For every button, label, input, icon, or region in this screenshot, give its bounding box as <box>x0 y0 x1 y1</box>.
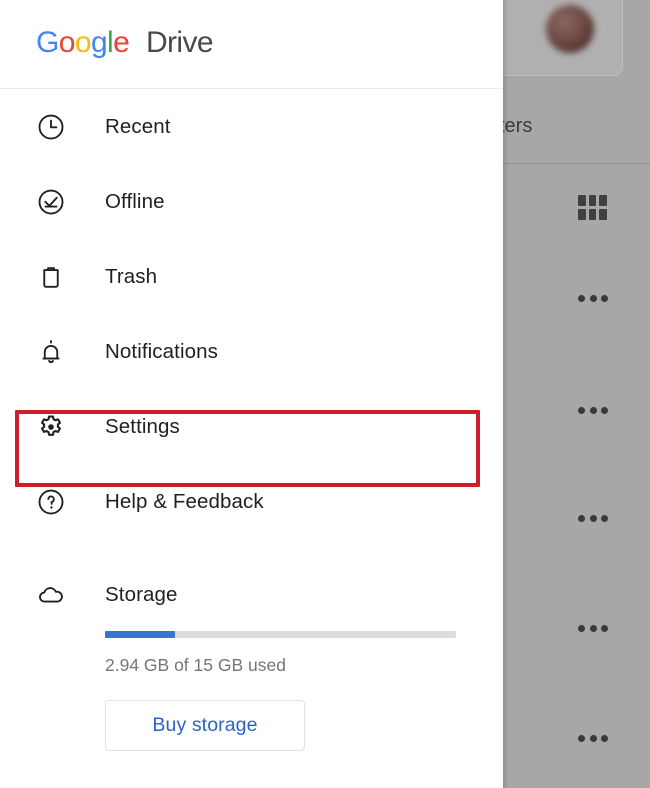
clock-icon <box>36 112 76 142</box>
app-screen: ters Google Drive <box>0 0 650 788</box>
drawer-item-notifications[interactable]: Notifications <box>0 314 503 389</box>
account-avatar[interactable] <box>546 5 594 53</box>
drawer-item-recent[interactable]: Recent <box>0 89 503 164</box>
google-drive-logo: Google Drive <box>36 26 214 60</box>
logo-letter-o2: o <box>74 26 92 59</box>
drawer-item-label: Recent <box>105 114 171 138</box>
logo-letter-e: e <box>113 26 130 59</box>
content-divider <box>503 163 650 164</box>
more-options-icon[interactable] <box>578 294 608 302</box>
account-chip[interactable] <box>503 0 623 76</box>
logo-letter-g2: g <box>90 26 108 59</box>
drawer-menu-list: Recent Offline Trash Notifications Setti… <box>0 89 503 539</box>
drawer-item-help-and-feedback[interactable]: Help & Feedback <box>0 464 503 539</box>
drawer-item-storage[interactable]: Storage <box>0 565 503 625</box>
drawer-item-offline[interactable]: Offline <box>0 164 503 239</box>
buy-storage-button[interactable]: Buy storage <box>105 700 305 751</box>
more-options-icon[interactable] <box>578 406 608 414</box>
content-scrim-overlay[interactable]: ters <box>503 0 650 788</box>
check-circle-icon <box>36 187 76 217</box>
cloud-icon <box>36 580 76 610</box>
drawer-header: Google Drive <box>0 0 503 89</box>
drawer-item-label: Trash <box>105 264 158 288</box>
drawer-item-label: Offline <box>105 189 165 213</box>
logo-letter-o1: o <box>58 26 76 59</box>
navigation-drawer: Google Drive Recent Offline Trash Notifi… <box>0 0 503 788</box>
gear-icon <box>36 412 76 442</box>
more-options-icon[interactable] <box>578 514 608 522</box>
drawer-shadow-edge <box>503 0 509 788</box>
storage-usage-text: 2.94 GB of 15 GB used <box>105 655 286 675</box>
storage-progress-bar <box>105 631 456 638</box>
question-circle-icon <box>36 487 76 517</box>
drawer-item-label: Settings <box>105 414 180 438</box>
grid-view-icon[interactable] <box>578 195 607 220</box>
bell-icon <box>36 337 76 367</box>
trash-icon <box>36 262 76 292</box>
drawer-item-trash[interactable]: Trash <box>0 239 503 314</box>
storage-section: Storage 2.94 GB of 15 GB used Buy storag… <box>0 565 503 751</box>
drawer-item-settings[interactable]: Settings <box>0 389 503 464</box>
more-options-icon[interactable] <box>578 734 608 742</box>
google-wordmark: Google <box>36 26 137 59</box>
drawer-item-label: Help & Feedback <box>105 489 264 513</box>
drawer-item-label: Notifications <box>105 339 218 363</box>
storage-progress-fill <box>105 631 176 638</box>
logo-letter-g1: G <box>36 26 59 59</box>
product-name: Drive <box>145 26 214 59</box>
more-options-icon[interactable] <box>578 624 608 632</box>
storage-label: Storage <box>105 583 178 606</box>
